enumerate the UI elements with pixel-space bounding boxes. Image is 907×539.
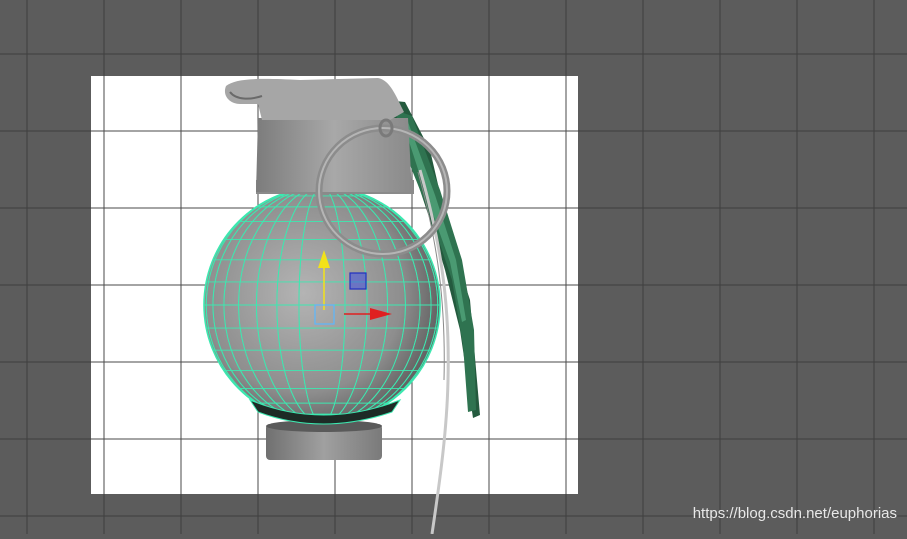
viewport-scene[interactable]	[0, 0, 907, 535]
watermark-text: https://blog.csdn.net/euphorias	[692, 505, 897, 522]
viewport-panel[interactable]: https://blog.csdn.net/euphorias	[0, 0, 907, 535]
plane-handle[interactable]	[349, 272, 367, 290]
grenade-base[interactable]	[266, 420, 382, 460]
